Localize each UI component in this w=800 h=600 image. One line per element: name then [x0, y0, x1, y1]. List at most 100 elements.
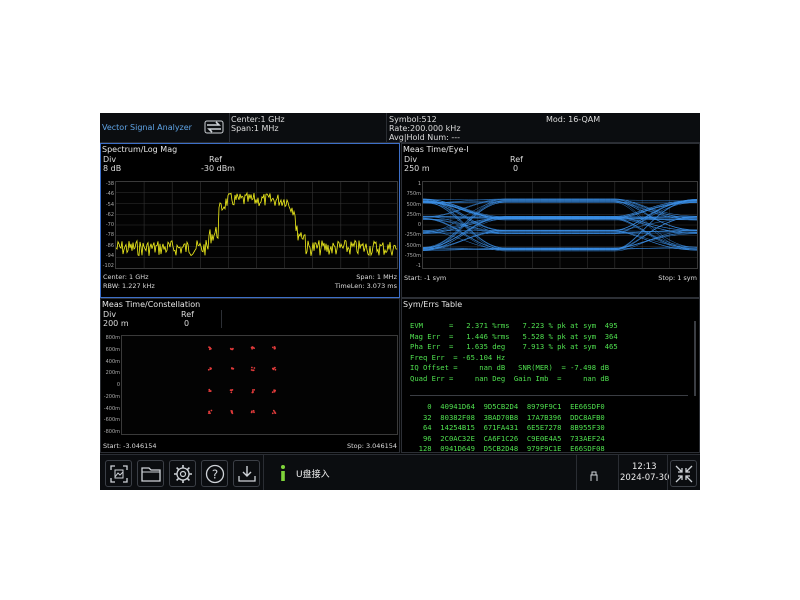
metric-line: EVM = 2.371 %rms 7.223 % pk at sym 495 — [410, 321, 618, 330]
eye-plot[interactable] — [422, 181, 698, 269]
error-metrics: EVM = 2.371 %rms 7.223 % pk at sym 495 Ma… — [410, 321, 618, 384]
spectrum-timelen: TimeLen: 3.073 ms — [334, 282, 397, 290]
y-tick-label: 1 — [417, 181, 421, 187]
metric-line: Pha Err = 1.635 deg 7.913 % pk at sym 46… — [410, 342, 618, 351]
screenshot-icon — [110, 465, 128, 483]
constellation-point — [231, 412, 234, 415]
mode-toggle-button[interactable] — [203, 119, 225, 135]
constellation-panel[interactable]: Meas Time/Constellation Div 200 m Ref 0 … — [100, 298, 400, 453]
download-button[interactable] — [233, 460, 260, 487]
constellation-point — [231, 389, 234, 391]
y-tick-label: 800m — [105, 335, 120, 341]
help-button[interactable]: ? — [201, 460, 228, 487]
constellation-point — [207, 368, 210, 371]
y-tick-label: 750m — [406, 191, 421, 198]
y-tick-label: 0 — [116, 382, 120, 388]
constellation-point — [252, 369, 255, 372]
symbol-rows: 0 40941D64 9D5CB2D4 8979F9C1 EE66SDF0 32… — [410, 402, 605, 452]
constellation-point — [231, 348, 234, 351]
y-tick-label: 500m — [406, 201, 421, 208]
svg-text:?: ? — [212, 468, 218, 482]
y-tick-label: -46 — [105, 191, 114, 198]
constellation-point — [253, 347, 256, 350]
spectrum-span: Span: 1 MHz — [356, 273, 397, 281]
constellation-start: Start: -3.046154 — [103, 442, 157, 450]
settings-button[interactable] — [169, 460, 196, 487]
symbol-row: 64 14254B15 671FA431 6E5E7278 8B955F30 — [410, 423, 605, 432]
y-tick-label: -70 — [105, 222, 114, 228]
table-scrollbar[interactable] — [694, 321, 696, 396]
constellation-y-axis: 800m 600m 400m 200m 0 -200m -400m -600m -800m — [103, 335, 121, 435]
constellation-point — [209, 412, 211, 415]
symbol-row: 0 40941D64 9D5CB2D4 8979F9C1 EE66SDF0 — [410, 402, 605, 411]
info-icon — [278, 464, 288, 482]
y-tick-label: -200m — [103, 393, 120, 400]
eye-ref-label: Ref — [510, 155, 523, 164]
y-tick-label: -800m — [103, 429, 120, 435]
y-tick-label: -600m — [103, 417, 120, 424]
eye-ref-value: 0 — [513, 164, 519, 173]
eye-trace — [422, 182, 698, 268]
constellation-point — [208, 410, 210, 413]
spectrum-ref-value: -30 dBm — [201, 164, 235, 173]
expand-button[interactable] — [670, 460, 697, 487]
constellation-points — [207, 346, 277, 415]
spectrum-trace — [115, 182, 398, 268]
eye-panel[interactable]: Meas Time/Eye-I Div 250 m Ref 0 1 750m 500… — [401, 143, 700, 298]
constellation-point — [252, 409, 255, 412]
constellation-point — [274, 347, 276, 349]
constellation-point — [271, 412, 274, 415]
y-tick-label: 0 — [417, 222, 421, 228]
eye-start: Start: -1 sym — [404, 274, 447, 282]
header-mod: Mod: 16-QAM — [546, 115, 601, 124]
constellation-title: Meas Time/Constellation — [102, 300, 201, 309]
spectrum-panel[interactable]: Spectrum/Log Mag Div 8 dB Ref -30 dBm -3… — [100, 143, 400, 298]
y-tick-label: -54 — [105, 201, 114, 208]
y-tick-label: -500m — [404, 242, 421, 249]
symtable-title: Sym/Errs Table — [403, 300, 463, 309]
constellation-stop: Stop: 3.046154 — [346, 442, 397, 450]
app-title[interactable]: Vector Signal Analyzer — [102, 123, 192, 132]
constellation-point — [210, 409, 213, 412]
constellation-point — [250, 369, 253, 371]
constellation-point — [253, 367, 256, 369]
y-tick-label: -62 — [105, 211, 114, 218]
constellation-point — [251, 346, 254, 348]
screenshot-button[interactable] — [105, 460, 132, 487]
spectrum-title: Spectrum/Log Mag — [102, 145, 178, 154]
constellation-point — [272, 346, 274, 349]
header-span: Span:1 MHz — [231, 124, 279, 133]
y-tick-label: -78 — [105, 232, 114, 239]
constellation-point — [271, 391, 274, 394]
spectrum-plot[interactable] — [115, 181, 398, 269]
y-tick-label: -94 — [105, 252, 114, 259]
usb-icon — [588, 467, 600, 481]
y-tick-label: -400m — [103, 405, 120, 412]
symbol-row: 32 80382F08 3BAD70B8 17A7B396 DDC8AFB0 — [410, 412, 605, 422]
spectrum-y-axis: -38 -46 -54 -62 -70 -78 -86 -94 -102 — [103, 181, 115, 269]
clock-date: 2024-07-30 — [620, 473, 670, 483]
eye-y-axis: 1 750m 500m 250m 0 -250m -500m -750m -1 — [404, 181, 422, 269]
y-tick-label: -250m — [404, 232, 421, 239]
y-tick-label: 400m — [105, 358, 120, 365]
constellation-plot[interactable] — [121, 335, 398, 435]
y-tick-label: -1 — [416, 263, 421, 269]
eye-div-value: 250 m — [404, 164, 430, 173]
spectrum-center: Center: 1 GHz — [103, 273, 149, 281]
header-avg-hold: Avg|Hold Num: --- — [389, 133, 461, 142]
constellation-div-label: Div — [103, 310, 117, 319]
metric-line: Freq Err = -65.104 Hz — [410, 352, 506, 362]
constellation-ref-label: Ref — [181, 310, 194, 319]
constellation-point — [229, 389, 232, 391]
footer-toolbar: ? U盘接入 12:13 2024-07-30 — [100, 454, 700, 490]
sym-errs-panel[interactable]: Sym/Errs Table EVM = 2.371 %rms 7.223 % … — [401, 298, 700, 453]
eye-div-label: Div — [404, 155, 418, 164]
spectrum-ref-label: Ref — [209, 155, 222, 164]
folder-button[interactable] — [137, 460, 164, 487]
analyzer-screen: Vector Signal Analyzer Center:1 GHz Span… — [100, 113, 700, 490]
constellation-point — [273, 389, 275, 392]
eye-stop: Stop: 1 sym — [658, 274, 697, 282]
constellation-point — [231, 367, 233, 370]
symbol-row: 96 2C0AC32E CA6F1C26 C9E0E4A5 733AEF24 — [410, 433, 605, 443]
constellation-point — [230, 391, 233, 394]
